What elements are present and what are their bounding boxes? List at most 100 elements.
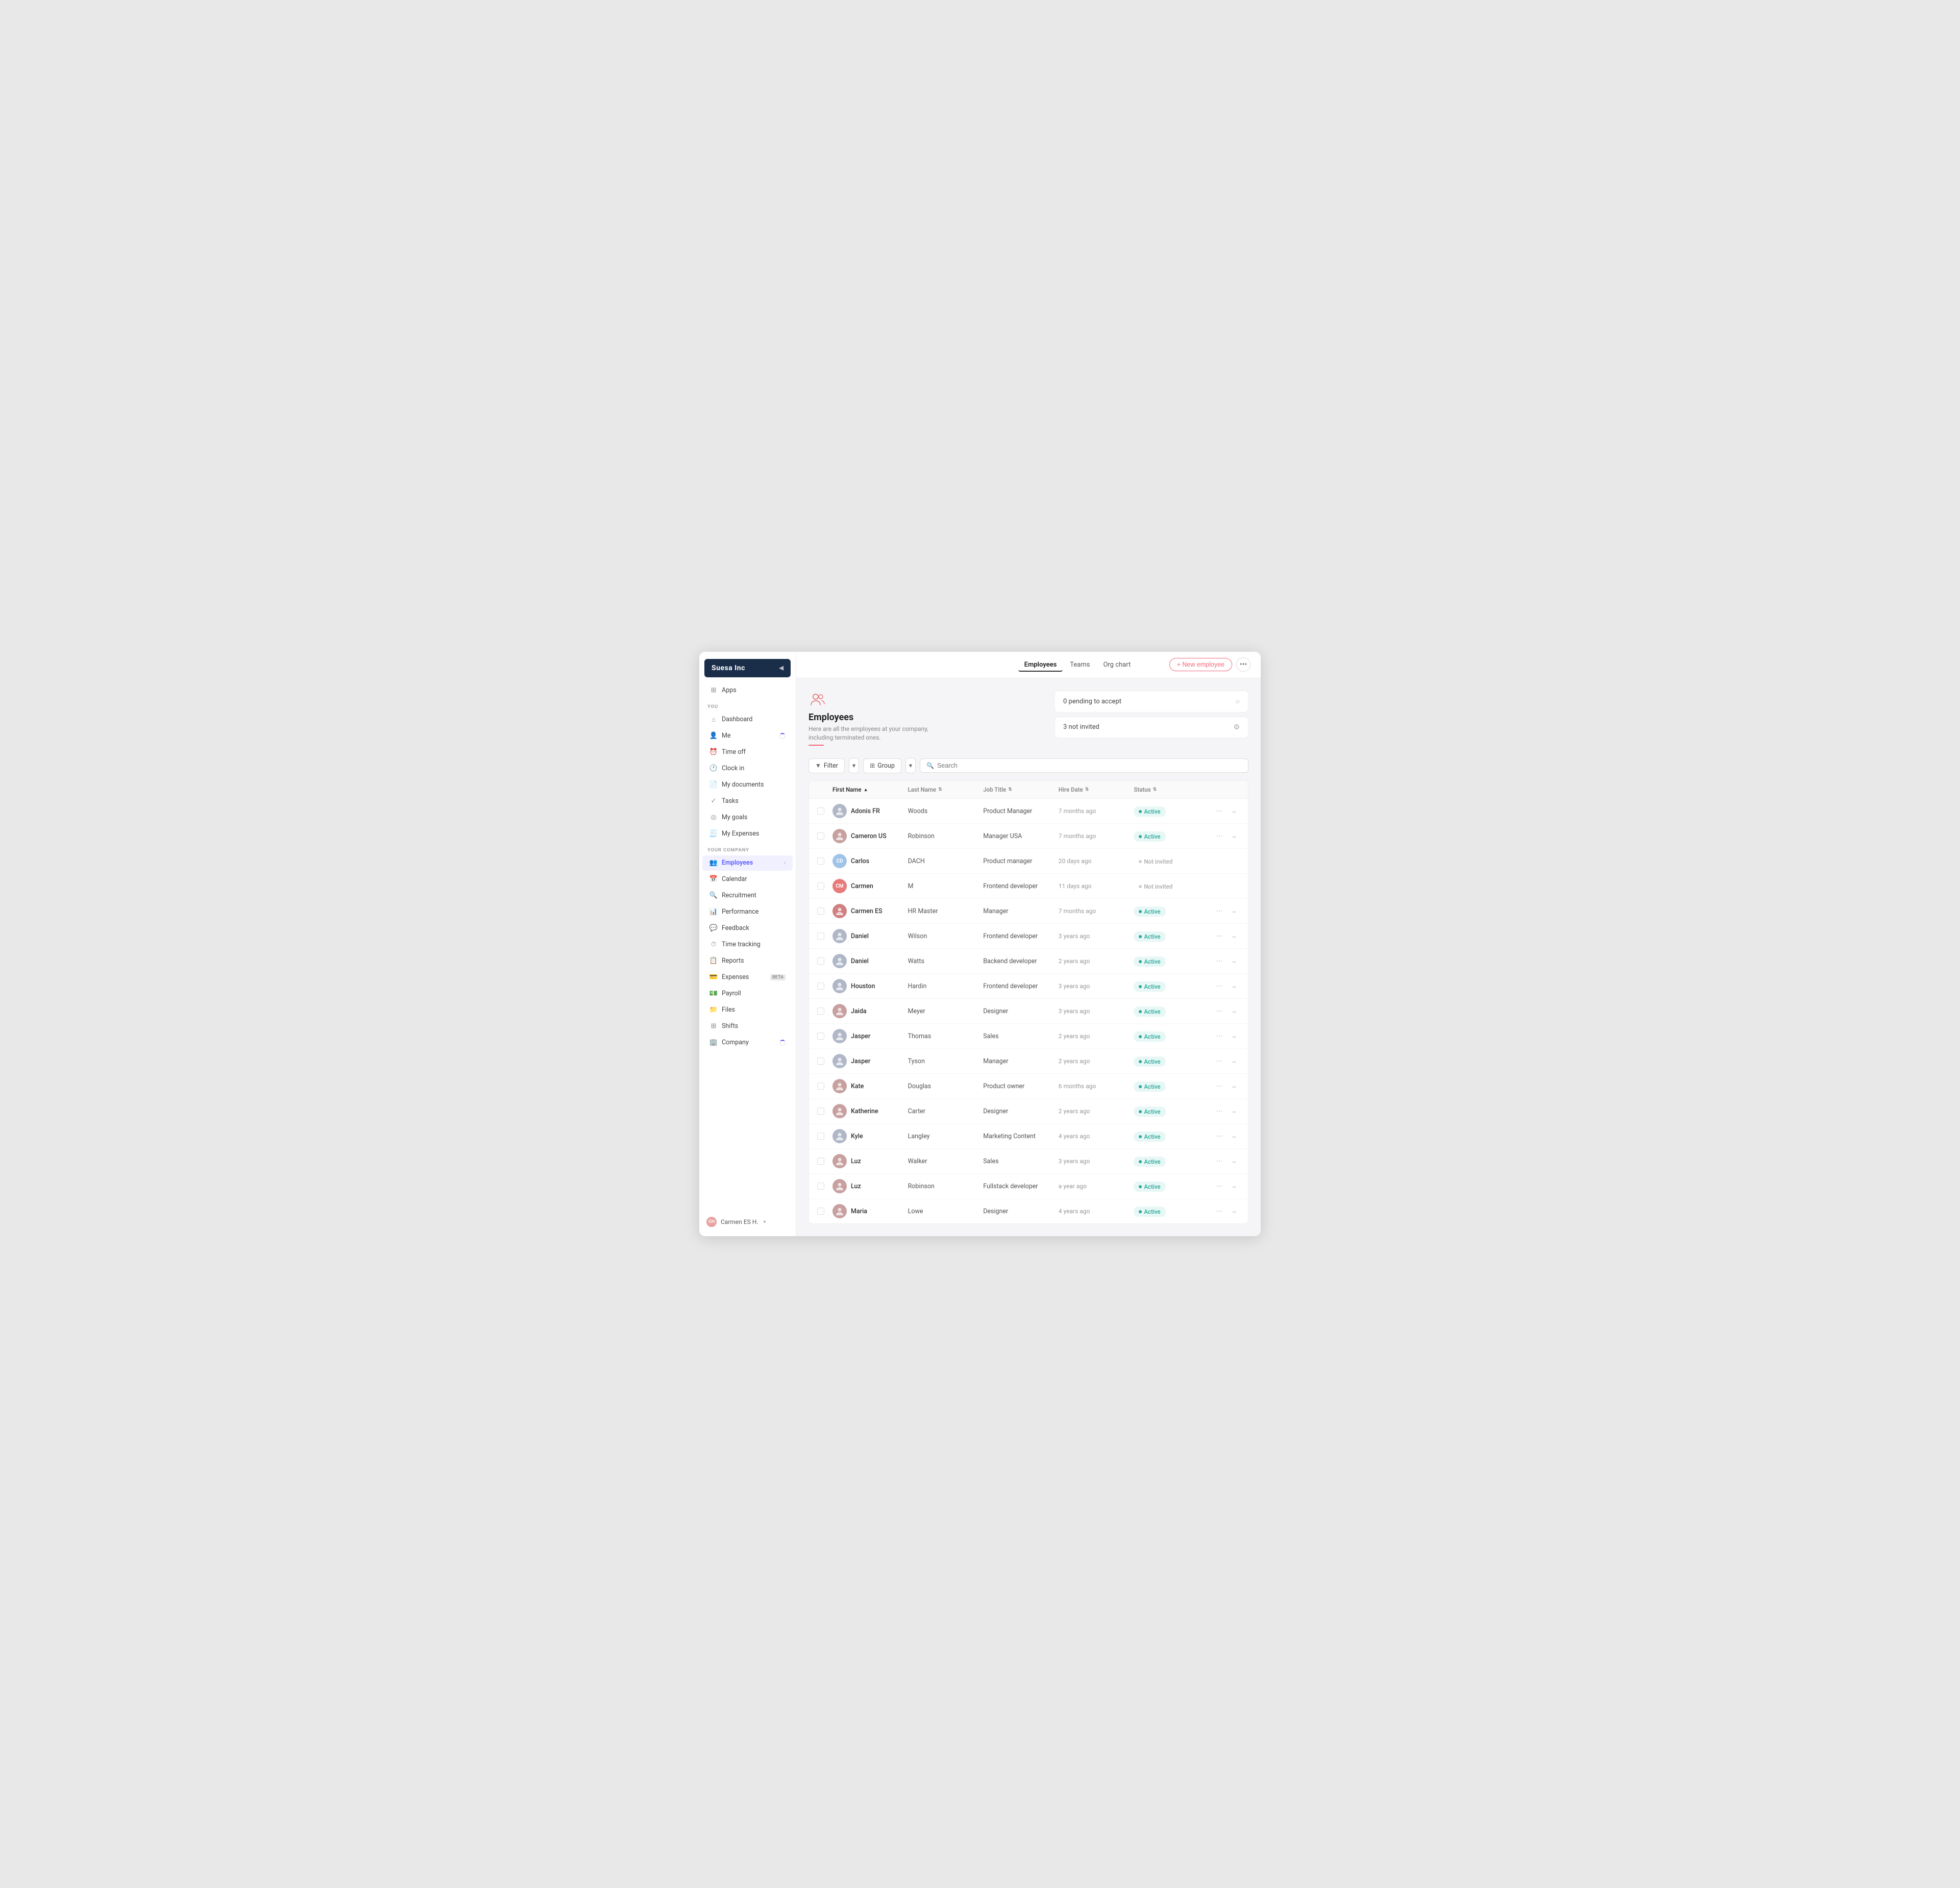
employee-job-title: Sales — [983, 1033, 1059, 1040]
row-more-button[interactable]: ⋯ — [1213, 905, 1226, 917]
row-checkbox[interactable] — [817, 882, 832, 890]
status-badge: Not invited — [1134, 856, 1178, 867]
sidebar-item-tasks[interactable]: ✓ Tasks — [702, 794, 793, 809]
row-more-button[interactable]: ⋯ — [1213, 1005, 1226, 1017]
sidebar-item-recruitment[interactable]: 🔍 Recruitment — [702, 888, 793, 903]
row-navigate-button[interactable]: → — [1228, 905, 1240, 917]
row-more-button[interactable]: ⋯ — [1213, 1030, 1226, 1042]
employee-first-name: Maria — [851, 1208, 867, 1215]
sidebar-item-me[interactable]: 👤 Me — [702, 728, 793, 744]
sidebar-item-shifts[interactable]: ⊞ Shifts — [702, 1019, 793, 1034]
employee-name-cell: Cameron US — [832, 829, 908, 843]
row-more-button[interactable]: ⋯ — [1213, 1080, 1226, 1092]
row-checkbox[interactable] — [817, 1183, 832, 1190]
row-checkbox[interactable] — [817, 1083, 832, 1090]
company-logo[interactable]: Suesa Inc ◀ — [704, 659, 791, 677]
row-checkbox[interactable] — [817, 983, 832, 990]
not-invited-settings-icon[interactable]: ⚙ — [1233, 723, 1240, 731]
sidebar-item-performance[interactable]: 📊 Performance — [702, 904, 793, 920]
row-checkbox[interactable] — [817, 933, 832, 940]
sidebar-item-reports[interactable]: 📋 Reports — [702, 953, 793, 969]
row-more-button[interactable]: ⋯ — [1213, 955, 1226, 967]
sidebar-item-files[interactable]: 📁 Files — [702, 1002, 793, 1018]
row-checkbox[interactable] — [817, 958, 832, 965]
sidebar-item-time-tracking[interactable]: ⏱ Time tracking — [702, 937, 793, 952]
row-more-button[interactable]: ⋯ — [1213, 930, 1226, 942]
row-navigate-button[interactable]: → — [1228, 1205, 1240, 1217]
th-checkbox — [817, 786, 832, 793]
employee-hire-date: 3 years ago — [1059, 1008, 1134, 1015]
table-row: Kyle Langley Marketing Content 4 years a… — [809, 1124, 1248, 1149]
row-checkbox[interactable] — [817, 832, 832, 840]
current-user[interactable]: CH Carmen ES H. ▾ — [699, 1213, 796, 1231]
row-more-button[interactable]: ⋯ — [1213, 1055, 1226, 1067]
row-checkbox[interactable] — [817, 857, 832, 865]
row-navigate-button[interactable]: → — [1228, 930, 1240, 942]
row-navigate-button[interactable]: → — [1228, 1030, 1240, 1042]
sidebar-item-calendar[interactable]: 📅 Calendar — [702, 872, 793, 887]
row-navigate-button[interactable]: → — [1228, 955, 1240, 967]
sidebar-item-employees[interactable]: 👥 Employees › — [702, 855, 793, 871]
th-status[interactable]: Status ⇅ — [1134, 786, 1209, 793]
row-checkbox[interactable] — [817, 807, 832, 815]
sidebar-item-expenses[interactable]: 💳 Expenses BETA — [702, 970, 793, 985]
sidebar-item-my-goals[interactable]: ◎ My goals — [702, 810, 793, 825]
row-navigate-button[interactable]: → — [1228, 1180, 1240, 1192]
sidebar-item-company[interactable]: 🏢 Company — [702, 1035, 793, 1050]
sidebar-item-time-off[interactable]: ⏰ Time off — [702, 745, 793, 760]
row-more-button[interactable]: ⋯ — [1213, 1205, 1226, 1217]
th-job-title[interactable]: Job Title ⇅ — [983, 786, 1059, 793]
row-more-button[interactable]: ⋯ — [1213, 1130, 1226, 1142]
row-more-button[interactable]: ⋯ — [1213, 1105, 1226, 1117]
sidebar-item-payroll[interactable]: 💵 Payroll — [702, 986, 793, 1001]
row-navigate-button[interactable]: → — [1228, 805, 1240, 817]
row-more-button[interactable]: ⋯ — [1213, 980, 1226, 992]
row-checkbox[interactable] — [817, 1133, 832, 1140]
row-more-button[interactable]: ⋯ — [1213, 1155, 1226, 1167]
row-navigate-button[interactable]: → — [1228, 980, 1240, 992]
pending-settings-icon[interactable]: ○ — [1236, 697, 1240, 706]
filter-button[interactable]: ▼ Filter — [808, 758, 845, 773]
row-navigate-button[interactable]: → — [1228, 1130, 1240, 1142]
table-row: Daniel Wilson Frontend developer 3 years… — [809, 924, 1248, 949]
tab-teams[interactable]: Teams — [1064, 658, 1096, 672]
sidebar-item-clock-in[interactable]: 🕐 Clock in — [702, 761, 793, 776]
row-navigate-button[interactable]: → — [1228, 1155, 1240, 1167]
row-checkbox[interactable] — [817, 1058, 832, 1065]
sidebar-item-my-documents[interactable]: 📄 My documents — [702, 777, 793, 793]
row-navigate-button[interactable]: → — [1228, 1005, 1240, 1017]
row-more-button[interactable]: ⋯ — [1213, 1180, 1226, 1192]
sidebar-item-apps[interactable]: ⊞ Apps — [702, 683, 793, 698]
sidebar-item-dashboard[interactable]: ⌂ Dashboard — [702, 712, 793, 727]
row-checkbox[interactable] — [817, 908, 832, 915]
employee-status: Active — [1134, 1031, 1209, 1042]
th-last-name[interactable]: Last Name ⇅ — [908, 786, 984, 793]
row-more-button[interactable]: ⋯ — [1213, 805, 1226, 817]
employee-hire-date: 20 days ago — [1059, 857, 1134, 865]
filter-dropdown-button[interactable]: ▾ — [849, 758, 859, 773]
tab-employees[interactable]: Employees — [1018, 658, 1063, 672]
employees-table: First Name ▲ Last Name ⇅ Job Title ⇅ Hir… — [808, 780, 1248, 1224]
search-input[interactable] — [937, 762, 1242, 769]
row-navigate-button[interactable]: → — [1228, 1055, 1240, 1067]
row-navigate-button[interactable]: → — [1228, 1080, 1240, 1092]
row-checkbox[interactable] — [817, 1108, 832, 1115]
row-more-button[interactable]: ⋯ — [1213, 830, 1226, 842]
row-navigate-button[interactable]: → — [1228, 1105, 1240, 1117]
row-checkbox[interactable] — [817, 1008, 832, 1015]
row-navigate-button[interactable]: → — [1228, 830, 1240, 842]
group-button[interactable]: ⊞ Group — [863, 758, 901, 773]
sidebar-item-my-expenses[interactable]: 🧾 My Expenses — [702, 826, 793, 842]
group-dropdown-button[interactable]: ▾ — [905, 758, 916, 773]
row-checkbox[interactable] — [817, 1208, 832, 1215]
th-first-name[interactable]: First Name ▲ — [832, 786, 908, 793]
more-options-button[interactable]: ••• — [1236, 657, 1251, 672]
new-employee-button[interactable]: + New employee — [1169, 658, 1232, 671]
th-hire-date[interactable]: Hire Date ⇅ — [1059, 786, 1134, 793]
feedback-icon: 💬 — [709, 924, 718, 933]
employee-status: Not invited — [1134, 855, 1209, 867]
sidebar-item-feedback[interactable]: 💬 Feedback — [702, 921, 793, 936]
tab-org-chart[interactable]: Org chart — [1097, 658, 1137, 672]
row-checkbox[interactable] — [817, 1158, 832, 1165]
row-checkbox[interactable] — [817, 1033, 832, 1040]
